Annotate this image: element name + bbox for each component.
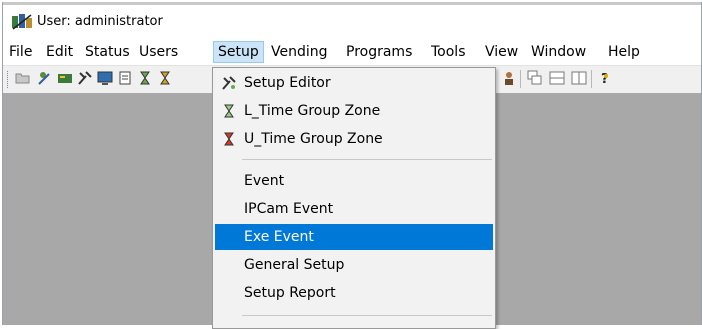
menu-item-general-setup[interactable]: General Setup xyxy=(215,252,493,278)
menu-item-label: L_Time Group Zone xyxy=(244,103,381,119)
menu-separator xyxy=(242,159,492,160)
setup-dropdown-menu: Setup Editor L_Time Group Zone U_Time Gr… xyxy=(212,67,496,329)
menu-item-ipcam-event[interactable]: IPCam Event xyxy=(215,196,493,222)
app-logo-icon xyxy=(12,14,32,30)
hourglass-small-icon[interactable] xyxy=(157,70,173,86)
menu-item-label: Event xyxy=(244,173,285,189)
menu-users[interactable]: Users xyxy=(135,42,182,62)
menu-item-label: Setup Report xyxy=(244,285,336,301)
menu-programs[interactable]: Programs xyxy=(342,42,416,62)
menu-window[interactable]: Window xyxy=(527,42,590,62)
hourglass-red-icon xyxy=(224,132,234,146)
hourglass-green-icon[interactable] xyxy=(137,70,153,86)
setup-tool-icon[interactable] xyxy=(77,70,93,86)
menu-item-label: IPCam Event xyxy=(244,201,334,217)
menu-tools[interactable]: Tools xyxy=(427,42,470,62)
setup-editor-icon xyxy=(222,76,236,90)
menu-item-setup-report[interactable]: Setup Report xyxy=(215,280,493,306)
window-title: User: administrator xyxy=(37,14,163,29)
toolbar-separator xyxy=(591,70,592,88)
menu-setup[interactable]: Setup xyxy=(213,41,264,63)
monitor-icon[interactable] xyxy=(97,70,113,86)
menu-help[interactable]: Help xyxy=(604,42,644,62)
menu-file[interactable]: File xyxy=(5,42,36,62)
menu-status[interactable]: Status xyxy=(81,42,134,62)
cascade-icon[interactable] xyxy=(527,70,543,86)
menu-item-label: Setup Editor xyxy=(244,75,331,91)
menu-vending[interactable]: Vending xyxy=(267,42,332,62)
svg-text:?: ? xyxy=(601,72,609,86)
title-bar[interactable]: User: administrator xyxy=(3,5,701,39)
menu-separator xyxy=(242,315,492,316)
open-folder-icon[interactable] xyxy=(15,70,31,86)
toolbar-grip[interactable] xyxy=(7,71,10,88)
toolbar-separator xyxy=(520,70,521,88)
menu-item-label: U_Time Group Zone xyxy=(244,131,383,147)
menu-item-event[interactable]: Event xyxy=(215,168,493,194)
card-icon[interactable] xyxy=(57,70,73,86)
menu-item-label: Exe Event xyxy=(244,229,314,245)
menu-item-exe-event[interactable]: Exe Event xyxy=(215,224,493,250)
hourglass-green-icon xyxy=(224,104,234,118)
menu-item-l-time-group-zone[interactable]: L_Time Group Zone xyxy=(215,98,493,124)
menu-item-u-time-group-zone[interactable]: U_Time Group Zone xyxy=(215,126,493,152)
tile-horizontal-icon[interactable] xyxy=(549,70,565,86)
menu-edit[interactable]: Edit xyxy=(42,42,77,62)
tile-vertical-icon[interactable] xyxy=(571,70,587,86)
document-icon[interactable] xyxy=(117,70,133,86)
menu-view[interactable]: View xyxy=(481,42,522,62)
menu-item-label: General Setup xyxy=(244,257,345,273)
person-icon[interactable] xyxy=(501,70,517,86)
help-icon[interactable]: ? xyxy=(597,70,613,86)
menu-bar: File Edit Status Users Setup Vending Pro… xyxy=(3,39,701,65)
menu-item-setup-editor[interactable]: Setup Editor xyxy=(215,70,493,96)
user-edit-icon[interactable] xyxy=(37,70,53,86)
